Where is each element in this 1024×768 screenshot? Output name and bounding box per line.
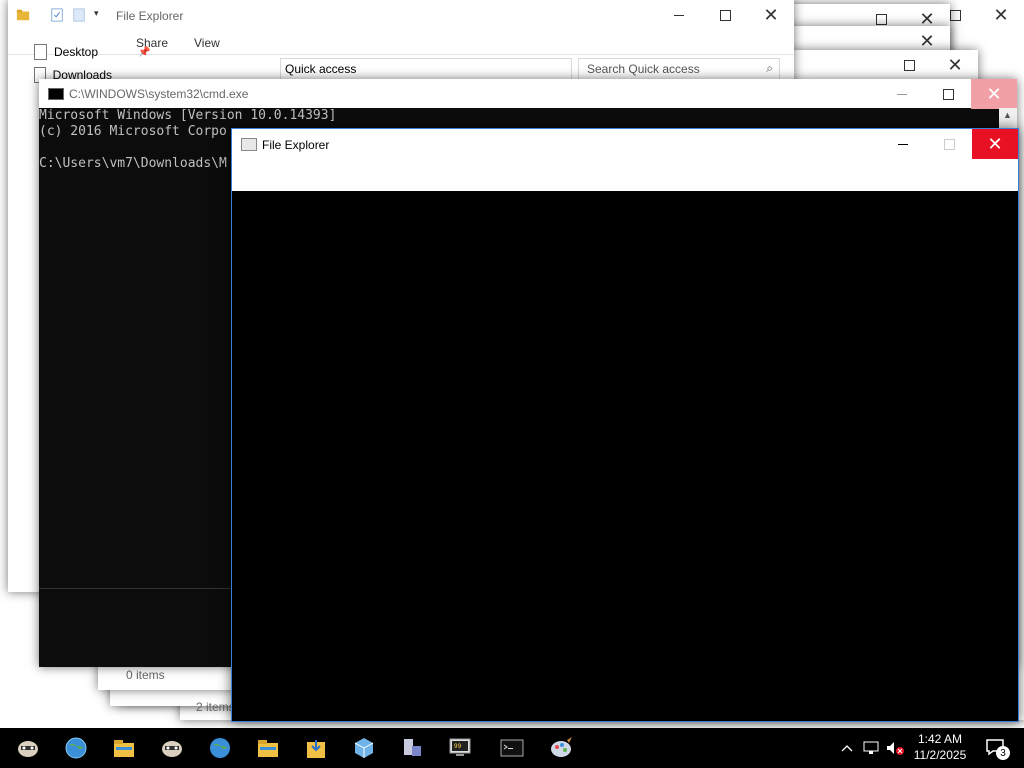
scroll-up-icon[interactable]: ▲ [1003,110,1012,120]
downloads-folder-icon[interactable] [292,728,340,768]
chevron-up-icon[interactable] [838,728,856,768]
maximize-button[interactable] [886,50,932,80]
minimize-button[interactable] [880,129,926,159]
file-explorer-window-front: File Explorer ✕ [231,128,1019,722]
status-item-count: 2 items [196,700,235,714]
ribbon-area [232,159,1018,191]
close-button[interactable]: ✕ [978,0,1024,30]
close-button[interactable]: ✕ [972,129,1018,159]
svg-text:99: 99 [454,743,462,750]
search-placeholder: Search Quick access [587,62,700,76]
sidebar-item-desktop[interactable]: Desktop 📌 [34,42,150,62]
clock-time: 1:42 AM [917,732,963,746]
folder-icon[interactable] [100,728,148,768]
console-line: Microsoft Windows [Version 10.0.14393] [39,108,337,123]
window-icon [241,138,257,151]
maximize-button[interactable] [925,79,971,109]
cube-icon[interactable] [340,728,388,768]
close-button[interactable]: ✕ [748,0,794,30]
terminal-icon[interactable] [488,728,536,768]
search-icon: ⌕ [766,61,773,75]
folder-icon [16,9,30,21]
properties-icon[interactable] [50,7,64,23]
document-icon [34,44,47,60]
title-bar: ▾ File Explorer ✕ [8,0,794,32]
raccoon-app-icon[interactable] [4,728,52,768]
tab-view[interactable]: View [194,36,220,50]
sidebar-item-label: Desktop [54,45,99,59]
system-clock[interactable]: 1:42 AM 11/2/2025 [900,731,980,763]
new-folder-icon[interactable] [72,7,86,23]
clock-date: 11/2/2025 [913,748,967,762]
maximize-button[interactable] [702,0,748,30]
window-title: File Explorer [116,9,184,23]
notification-badge: 3 [996,746,1010,760]
globe-icon[interactable] [196,728,244,768]
notification-center-icon[interactable]: 3 [978,728,1014,768]
minimize-button[interactable] [656,0,702,30]
title-bar: C:\WINDOWS\system32\cmd.exe ✕ [39,79,1017,109]
address-bar[interactable]: Quick access [280,58,572,80]
search-input[interactable]: Search Quick access ⌕ [578,58,780,80]
window-title: C:\WINDOWS\system32\cmd.exe [69,87,249,101]
chevron-down-icon[interactable]: ▾ [94,8,99,19]
network-icon[interactable] [860,728,882,768]
minimize-button[interactable] [879,79,925,109]
taskbar: 99 1:42 AM 11/2/2025 3 [0,728,1024,768]
raccoon-app-icon[interactable] [148,728,196,768]
paint-icon[interactable] [538,728,586,768]
window-title: File Explorer [262,138,330,152]
maximize-button[interactable] [926,129,972,159]
cmd-icon [48,88,64,100]
globe-icon[interactable] [52,728,100,768]
close-button[interactable]: ✕ [971,79,1017,109]
folder-icon[interactable] [244,728,292,768]
network-pc-icon[interactable] [388,728,436,768]
pin-icon[interactable]: 📌 [138,47,150,58]
title-bar: File Explorer ✕ [232,129,1018,159]
monitor-app-icon[interactable]: 99 [436,728,484,768]
status-item-count: 0 items [126,668,165,682]
address-text: Quick access [285,62,357,76]
close-button[interactable]: ✕ [932,50,978,80]
